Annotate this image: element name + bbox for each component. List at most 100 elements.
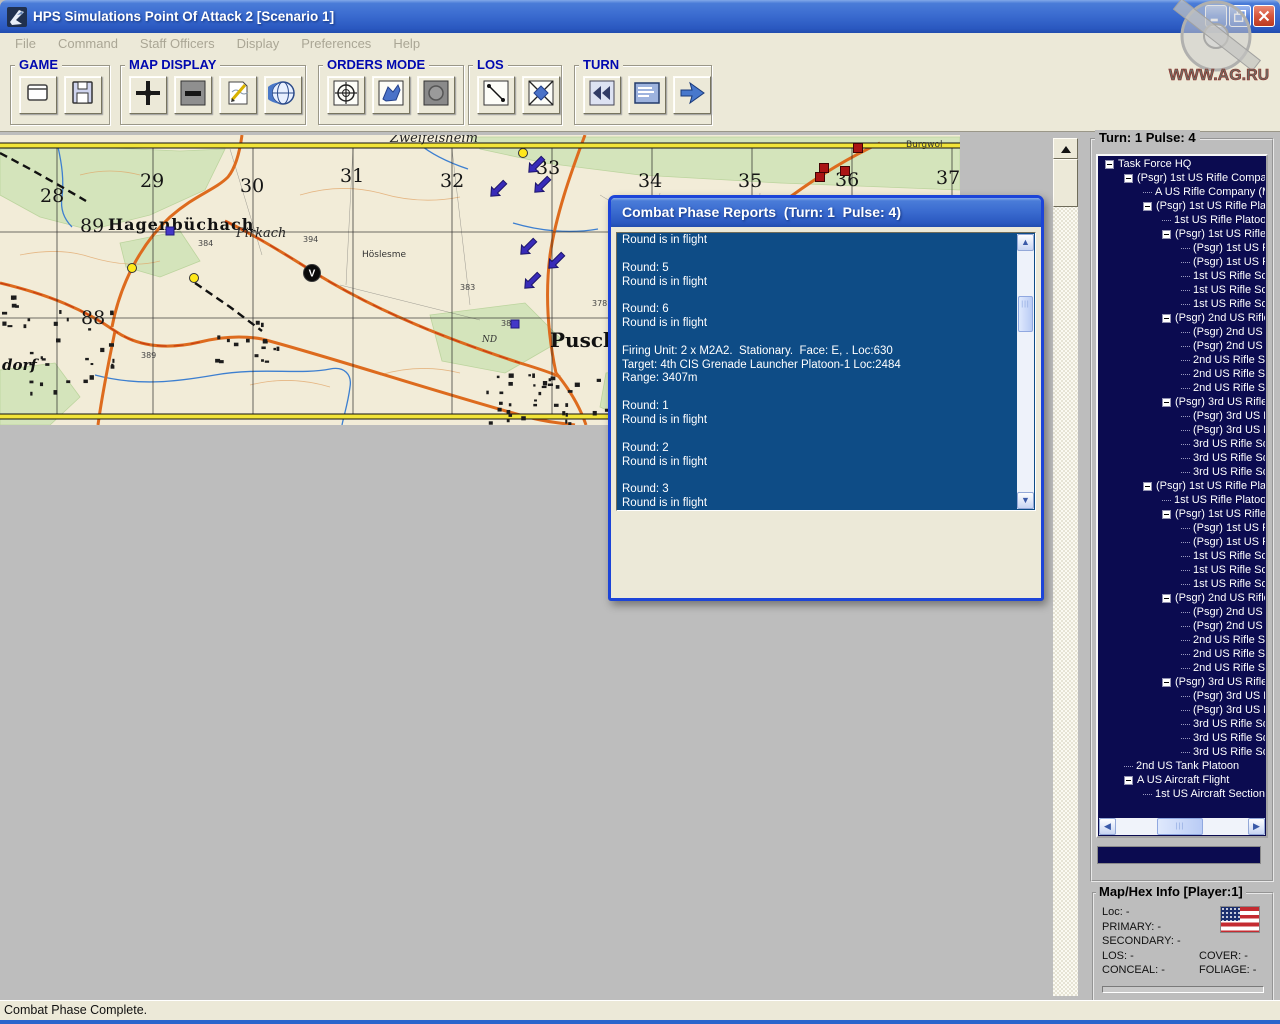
tree-item[interactable]: (Psgr) 2nd US	[1099, 605, 1265, 619]
tree-item[interactable]: 2nd US Rifle S	[1099, 633, 1265, 647]
dialog-scroll-down-button[interactable]: ▼	[1017, 492, 1034, 509]
menu-item-file[interactable]: File	[4, 33, 47, 55]
tree-item[interactable]: 1st US Rifle Sq	[1099, 297, 1265, 311]
previous-phase-button[interactable]	[583, 76, 621, 114]
tree-scroll-thumb[interactable]	[1157, 818, 1203, 835]
combat-report-listbox[interactable]: Round is in flight Round: 5 Round is in …	[616, 232, 1036, 511]
menu-item-command[interactable]: Command	[47, 33, 129, 55]
move-orders-button[interactable]	[372, 76, 410, 114]
tree-item[interactable]: (Psgr) 1st US Rifle Plato	[1099, 479, 1265, 493]
friendly-unit-square-marker[interactable]	[511, 320, 519, 328]
tree-item[interactable]: (Psgr) 3rd US R	[1099, 689, 1265, 703]
enemy-unit-marker[interactable]	[820, 164, 829, 173]
tree-collapse-icon[interactable]	[1105, 160, 1114, 169]
tree-item[interactable]: 1st US Rifle Sq	[1099, 283, 1265, 297]
tree-item[interactable]: 3rd US Rifle Sq	[1099, 745, 1265, 759]
tree-item[interactable]: (Psgr) 2nd US	[1099, 619, 1265, 633]
menu-item-preferences[interactable]: Preferences	[290, 33, 382, 55]
tree-item[interactable]: 1st US Rifle Platoon	[1099, 493, 1265, 507]
tree-item[interactable]: (Psgr) 3rd US Rifle	[1099, 675, 1265, 689]
tree-item[interactable]: (Psgr) 3rd US R	[1099, 423, 1265, 437]
tree-item[interactable]: 1st US Rifle Platoon	[1099, 213, 1265, 227]
tree-collapse-icon[interactable]	[1162, 314, 1171, 323]
dialog-scrollbar[interactable]: ▲ ▼	[1017, 234, 1034, 509]
tree-item[interactable]: 2nd US Rifle S	[1099, 647, 1265, 661]
tree-item[interactable]: 2nd US Rifle S	[1099, 353, 1265, 367]
tree-item[interactable]: (Psgr) 2nd US Rifle	[1099, 311, 1265, 325]
tree-collapse-icon[interactable]	[1162, 510, 1171, 519]
world-view-button[interactable]	[264, 76, 302, 114]
tree-item[interactable]: (Psgr) 3rd US Rifle	[1099, 395, 1265, 409]
restore-button[interactable]	[1229, 5, 1251, 27]
tree-item[interactable]: 1st US Rifle Sq	[1099, 563, 1265, 577]
tree-horizontal-scrollbar[interactable]: ◀ ▶	[1099, 818, 1265, 835]
objective-dot-marker[interactable]	[190, 274, 199, 283]
tree-item[interactable]: (Psgr) 1st US R	[1099, 241, 1265, 255]
los-line-button[interactable]	[477, 76, 515, 114]
tree-item[interactable]: (Psgr) 1st US Rifle Plato	[1099, 199, 1265, 213]
tree-collapse-icon[interactable]	[1143, 482, 1152, 491]
area-orders-button[interactable]	[417, 76, 455, 114]
tree-item[interactable]: (Psgr) 2nd US Rifle	[1099, 591, 1265, 605]
close-button[interactable]	[1253, 5, 1275, 27]
tree-item[interactable]: 1st US Aircraft Section	[1099, 787, 1265, 801]
tree-item[interactable]: 1st US Rifle Sq	[1099, 577, 1265, 591]
tree-item[interactable]: 3rd US Rifle Sq	[1099, 437, 1265, 451]
zoom-in-button[interactable]	[129, 76, 167, 114]
los-area-button[interactable]	[522, 76, 560, 114]
tree-item[interactable]: (Psgr) 1st US R	[1099, 521, 1265, 535]
tree-item[interactable]: 3rd US Rifle Sq	[1099, 731, 1265, 745]
minimize-button[interactable]	[1205, 5, 1227, 27]
reports-button[interactable]	[628, 76, 666, 114]
new-scenario-button[interactable]	[19, 76, 57, 114]
target-orders-button[interactable]	[327, 76, 365, 114]
tree-collapse-icon[interactable]	[1124, 776, 1133, 785]
tree-item[interactable]: 2nd US Rifle S	[1099, 661, 1265, 675]
dialog-title-bar[interactable]: Combat Phase Reports (Turn: 1 Pulse: 4)	[611, 198, 1041, 227]
tree-item[interactable]: (Psgr) 1st US R	[1099, 535, 1265, 549]
tree-item[interactable]: (Psgr) 1st US Rifle S	[1099, 507, 1265, 521]
tree-item[interactable]: 1st US Rifle Sq	[1099, 549, 1265, 563]
tree-item[interactable]: 1st US Rifle Sq	[1099, 269, 1265, 283]
tree-item[interactable]: (Psgr) 3rd US R	[1099, 409, 1265, 423]
title-bar[interactable]: HPS Simulations Point Of Attack 2 [Scena…	[0, 0, 1280, 33]
tree-item[interactable]: (Psgr) 2nd US	[1099, 325, 1265, 339]
tree-collapse-icon[interactable]	[1162, 398, 1171, 407]
menu-item-staff-officers[interactable]: Staff Officers	[129, 33, 226, 55]
map-vertical-scrollbar[interactable]	[1053, 138, 1078, 996]
tree-item[interactable]: 3rd US Rifle Sq	[1099, 451, 1265, 465]
tree-item[interactable]: (Psgr) 1st US R	[1099, 255, 1265, 269]
tree-collapse-icon[interactable]	[1162, 594, 1171, 603]
scroll-up-button[interactable]	[1053, 138, 1078, 159]
menu-item-display[interactable]: Display	[226, 33, 291, 55]
tree-item[interactable]: A US Rifle Company (M	[1099, 185, 1265, 199]
enemy-unit-marker[interactable]	[816, 173, 825, 182]
tree-item[interactable]: (Psgr) 3rd US R	[1099, 703, 1265, 717]
tree-item[interactable]: 3rd US Rifle Sq	[1099, 465, 1265, 479]
tree-item[interactable]: (Psgr) 1st US Rifle S	[1099, 227, 1265, 241]
contact-marker[interactable]: V	[304, 265, 321, 282]
dialog-scroll-up-button[interactable]: ▲	[1017, 234, 1034, 251]
tree-item[interactable]: 2nd US Rifle S	[1099, 367, 1265, 381]
zoom-out-button[interactable]	[174, 76, 212, 114]
save-button[interactable]	[64, 76, 102, 114]
tree-item[interactable]: A US Aircraft Flight	[1099, 773, 1265, 787]
tree-item[interactable]: 2nd US Rifle S	[1099, 381, 1265, 395]
tree-item[interactable]: 3rd US Rifle Sq	[1099, 717, 1265, 731]
objective-dot-marker[interactable]	[519, 149, 528, 158]
tree-item[interactable]: (Psgr) 1st US Rifle Company	[1099, 171, 1265, 185]
dialog-scroll-thumb[interactable]	[1018, 296, 1033, 332]
scroll-right-button[interactable]: ▶	[1248, 818, 1265, 835]
tree-collapse-icon[interactable]	[1162, 230, 1171, 239]
tree-item[interactable]: 2nd US Tank Platoon	[1099, 759, 1265, 773]
enemy-unit-marker[interactable]	[854, 144, 863, 153]
tree-collapse-icon[interactable]	[1124, 174, 1133, 183]
menu-item-help[interactable]: Help	[382, 33, 431, 55]
scroll-thumb[interactable]	[1053, 159, 1078, 207]
scroll-left-button[interactable]: ◀	[1099, 818, 1116, 835]
tree-item[interactable]: (Psgr) 2nd US	[1099, 339, 1265, 353]
next-phase-button[interactable]	[673, 76, 711, 114]
tree-collapse-icon[interactable]	[1162, 678, 1171, 687]
edit-map-button[interactable]	[219, 76, 257, 114]
objective-dot-marker[interactable]	[128, 264, 137, 273]
